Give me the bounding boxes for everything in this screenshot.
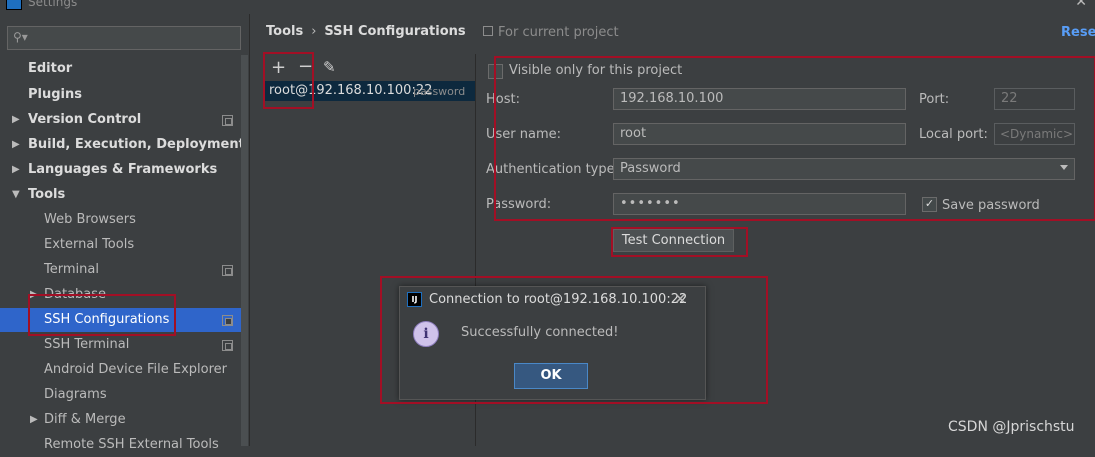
sidebar-item-plugins[interactable]: Plugins xyxy=(28,83,268,107)
info-icon: i xyxy=(413,321,439,347)
port-label: Port: xyxy=(919,92,950,107)
test-connection-button[interactable]: Test Connection xyxy=(613,229,734,252)
search-icon: ⚲▾ xyxy=(13,30,28,44)
local-port-field[interactable]: <Dynamic> xyxy=(994,123,1075,145)
expand-arrow-icon[interactable]: ▶ xyxy=(12,114,20,125)
scope-text: For current project xyxy=(498,25,619,40)
reset-link[interactable]: Reset xyxy=(1061,25,1095,40)
watermark: CSDN @Jprischstu xyxy=(948,419,1075,435)
user-name-label: User name: xyxy=(486,127,562,142)
project-scope-icon xyxy=(222,340,233,351)
sidebar-item-terminal[interactable]: Terminal xyxy=(44,258,214,282)
title-bar xyxy=(0,0,1095,14)
chevron-down-icon xyxy=(1060,165,1068,170)
sidebar-item-diff-merge[interactable]: Diff & Merge xyxy=(44,408,284,432)
window-title: Settings xyxy=(28,0,78,9)
host-label: Host: xyxy=(486,92,520,107)
window-close-icon[interactable]: ✕ xyxy=(1075,0,1087,10)
save-password-label: Save password xyxy=(942,198,1040,213)
ok-button[interactable]: OK xyxy=(514,363,588,389)
sidebar-item-database[interactable]: Database xyxy=(44,283,194,307)
sidebar-item-build-execution-deployment[interactable]: Build, Execution, Deployment xyxy=(28,133,268,157)
auth-type-label: Authentication type: xyxy=(486,162,619,177)
user-name-field[interactable]: root xyxy=(613,123,906,145)
app-icon xyxy=(6,0,22,10)
sidebar-item-version-control[interactable]: Version Control xyxy=(28,108,238,132)
sidebar-item-ssh-terminal[interactable]: SSH Terminal xyxy=(44,333,214,357)
connection-dialog: IJ Connection to root@192.168.10.100:22 … xyxy=(399,286,706,400)
sidebar-item-ssh-configurations[interactable]: SSH Configurations xyxy=(0,308,241,332)
scope-label: For current project xyxy=(483,25,619,40)
dialog-title: Connection to root@192.168.10.100:22 xyxy=(429,292,688,307)
expand-arrow-icon[interactable]: ▶ xyxy=(30,289,38,300)
visible-only-checkbox[interactable] xyxy=(488,64,503,79)
project-scope-icon xyxy=(483,26,493,36)
sidebar-item-languages-frameworks[interactable]: Languages & Frameworks xyxy=(28,158,268,182)
add-icon[interactable]: + xyxy=(271,57,286,78)
breadcrumb-parent[interactable]: Tools xyxy=(266,24,303,39)
project-scope-icon xyxy=(222,315,233,326)
expand-arrow-icon[interactable]: ▶ xyxy=(30,414,38,425)
list-item[interactable]: root@192.168.10.100:22 password xyxy=(264,81,475,101)
close-icon[interactable]: ✕ xyxy=(674,290,687,308)
project-scope-icon xyxy=(222,115,233,126)
expand-arrow-icon[interactable]: ▶ xyxy=(12,164,20,175)
breadcrumb-separator: › xyxy=(311,24,317,39)
host-field[interactable]: 192.168.10.100 xyxy=(613,88,906,110)
config-auth-type: password xyxy=(413,85,466,98)
local-port-label: Local port: xyxy=(919,127,988,142)
auth-type-value: Password xyxy=(620,161,681,176)
divider xyxy=(249,14,250,446)
password-field[interactable]: ••••••• xyxy=(613,193,906,215)
edit-icon[interactable]: ✎ xyxy=(323,58,336,76)
breadcrumb: Tools › SSH Configurations xyxy=(266,24,466,39)
auth-type-select[interactable]: Password xyxy=(613,158,1075,180)
sidebar-item-web-browsers[interactable]: Web Browsers xyxy=(44,208,284,232)
breadcrumb-current: SSH Configurations xyxy=(324,24,466,39)
remove-icon[interactable]: − xyxy=(298,56,313,77)
dialog-message: Successfully connected! xyxy=(461,325,619,340)
config-host: root@192.168.10.100:22 xyxy=(269,83,433,98)
visible-only-label: Visible only for this project xyxy=(509,63,683,78)
sidebar-item-external-tools[interactable]: External Tools xyxy=(44,233,284,257)
sidebar-item-editor[interactable]: Editor xyxy=(28,57,268,81)
sidebar-item-tools[interactable]: Tools xyxy=(28,183,268,207)
sidebar-scrollbar[interactable] xyxy=(241,55,248,446)
app-icon: IJ xyxy=(407,292,422,307)
project-scope-icon xyxy=(222,265,233,276)
save-password-checkbox[interactable]: ✓ xyxy=(922,197,937,212)
search-input[interactable]: ⚲▾ xyxy=(7,26,241,50)
sidebar-item-android-device-file-explorer[interactable]: Android Device File Explorer xyxy=(44,358,284,382)
password-label: Password: xyxy=(486,197,552,212)
collapse-arrow-icon[interactable]: ▼ xyxy=(12,189,20,200)
port-field[interactable]: 22 xyxy=(994,88,1075,110)
sidebar-item-diagrams[interactable]: Diagrams xyxy=(44,383,284,407)
sidebar-item-remote-ssh-external-tools[interactable]: Remote SSH External Tools xyxy=(44,433,284,457)
expand-arrow-icon[interactable]: ▶ xyxy=(12,139,20,150)
